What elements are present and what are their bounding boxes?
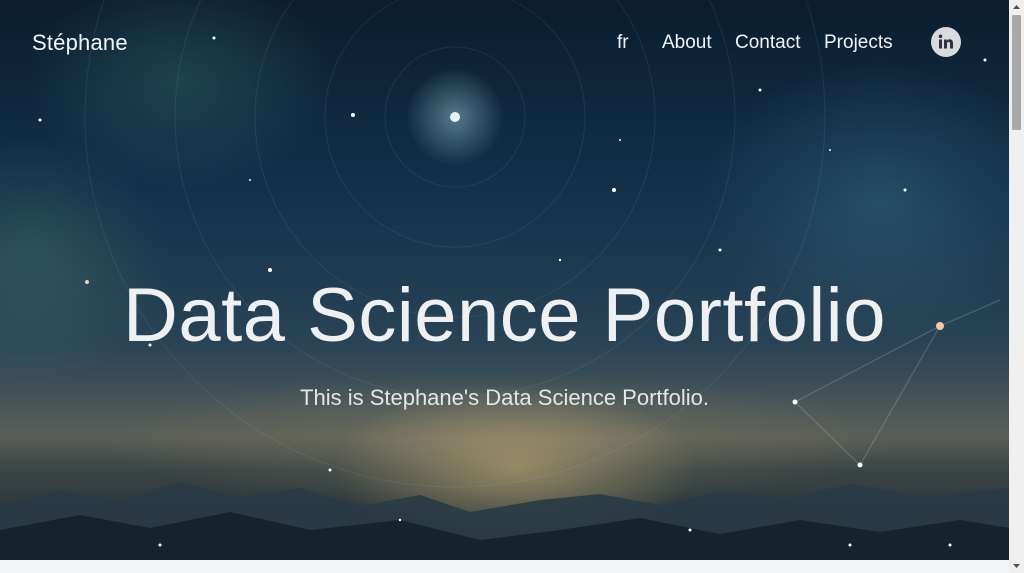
hero-section: Stéphane fr About Contact Projects Data … [0,0,1009,560]
nav-link-contact[interactable]: Contact [735,32,800,54]
hero-title: Data Science Portfolio [123,273,886,358]
scroll-down-arrow-icon[interactable] [1009,559,1024,573]
scroll-up-arrow-icon[interactable] [1009,0,1024,14]
nav-link-projects[interactable]: Projects [824,32,893,54]
language-switch-link[interactable]: fr [617,32,629,54]
linkedin-icon[interactable] [931,27,961,57]
top-navbar: Stéphane fr About Contact Projects [0,0,1009,86]
scrollbar-thumb[interactable] [1012,15,1021,130]
hero-subtitle: This is Stephane's Data Science Portfoli… [300,385,709,410]
linkedin-glyph [938,34,953,49]
brand-logo-link[interactable]: Stéphane [32,30,128,56]
nav-link-about[interactable]: About [662,32,712,54]
vertical-scrollbar[interactable] [1009,0,1024,573]
